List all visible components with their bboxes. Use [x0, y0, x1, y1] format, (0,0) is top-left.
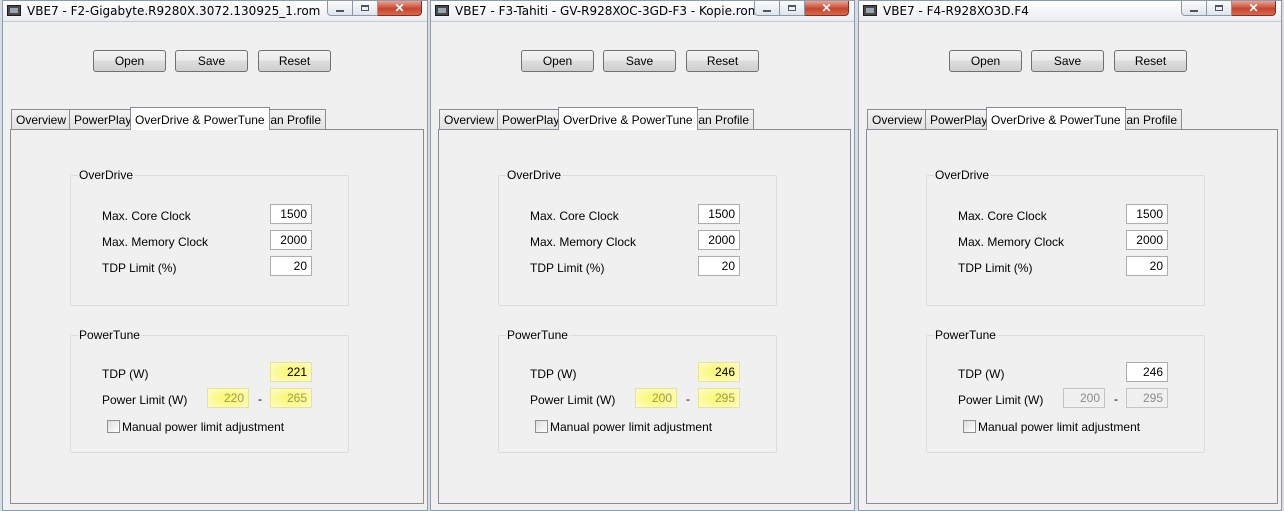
max-core-clock-input[interactable]: 1500	[698, 204, 740, 224]
editor-window: VBE7 - F3-Tahiti - GV-R928XOC-3GD-F3 - K…	[430, 0, 855, 511]
tdp-limit-label: TDP Limit (%)	[102, 261, 177, 275]
power-limit-dash: -	[686, 392, 690, 406]
editor-window: VBE7 - F4-R928XO3D.F4 ✕ Open Save Reset …	[858, 0, 1282, 511]
close-button[interactable]: ✕	[1232, 1, 1276, 16]
minimize-button[interactable]	[1181, 1, 1207, 16]
tab-panel: OverDrive Max. Core Clock 1500 Max. Memo…	[10, 129, 424, 504]
tdp-limit-input[interactable]: 20	[1126, 256, 1168, 276]
minimize-icon	[1190, 9, 1198, 12]
reset-button[interactable]: Reset	[686, 50, 759, 72]
manual-power-limit-checkbox[interactable]	[107, 420, 120, 433]
reset-button[interactable]: Reset	[258, 50, 331, 72]
close-button[interactable]: ✕	[378, 1, 422, 16]
window-title: VBE7 - F2-Gigabyte.R9280X.3072.130925_1.…	[27, 4, 321, 18]
open-button[interactable]: Open	[949, 50, 1022, 72]
maximize-icon	[788, 5, 796, 11]
tab-overdrive-powertune[interactable]: OverDrive & PowerTune	[986, 107, 1126, 130]
power-limit-label: Power Limit (W)	[102, 393, 188, 407]
overdrive-group-label: OverDrive	[506, 168, 563, 182]
powertune-group-label: PowerTune	[506, 328, 569, 342]
tab-overdrive-powertune[interactable]: OverDrive & PowerTune	[130, 107, 270, 130]
maximize-button[interactable]	[1207, 1, 1232, 16]
max-memory-clock-label: Max. Memory Clock	[530, 235, 637, 249]
power-limit-max-input: 265	[270, 388, 312, 408]
power-limit-max-input: 295	[698, 388, 740, 408]
max-memory-clock-label: Max. Memory Clock	[958, 235, 1065, 249]
window-title: VBE7 - F4-R928XO3D.F4	[883, 4, 1029, 18]
power-limit-min-input: 200	[635, 388, 677, 408]
power-limit-dash: -	[1114, 392, 1118, 406]
maximize-button[interactable]	[353, 1, 378, 16]
window-title: VBE7 - F3-Tahiti - GV-R928XOC-3GD-F3 - K…	[455, 4, 760, 18]
power-limit-dash: -	[258, 392, 262, 406]
tab-panel: OverDrive Max. Core Clock 1500 Max. Memo…	[438, 129, 851, 504]
app-icon	[7, 5, 21, 16]
title-bar[interactable]: VBE7 - F4-R928XO3D.F4 ✕	[859, 1, 1281, 22]
max-memory-clock-input[interactable]: 2000	[698, 230, 740, 250]
manual-power-limit-label[interactable]: Manual power limit adjustment	[550, 420, 712, 434]
power-limit-min-input: 200	[1063, 388, 1105, 408]
power-limit-label: Power Limit (W)	[530, 393, 616, 407]
max-core-clock-label: Max. Core Clock	[102, 209, 191, 223]
reset-button[interactable]: Reset	[1114, 50, 1187, 72]
power-limit-label: Power Limit (W)	[958, 393, 1044, 407]
minimize-icon	[763, 9, 771, 12]
maximize-button[interactable]	[780, 1, 805, 16]
max-memory-clock-input[interactable]: 2000	[1126, 230, 1168, 250]
power-limit-min-input: 220	[207, 388, 249, 408]
save-button[interactable]: Save	[175, 50, 248, 72]
editor-window: VBE7 - F2-Gigabyte.R9280X.3072.130925_1.…	[2, 0, 428, 511]
max-core-clock-input[interactable]: 1500	[270, 204, 312, 224]
tab-powerplay[interactable]: PowerPlay	[69, 109, 137, 129]
save-button[interactable]: Save	[1031, 50, 1104, 72]
tdp-watts-label: TDP (W)	[958, 367, 1005, 381]
open-button[interactable]: Open	[521, 50, 594, 72]
tab-panel: OverDrive Max. Core Clock 1500 Max. Memo…	[866, 129, 1278, 504]
max-core-clock-label: Max. Core Clock	[958, 209, 1047, 223]
open-button[interactable]: Open	[93, 50, 166, 72]
tdp-limit-label: TDP Limit (%)	[530, 261, 605, 275]
maximize-icon	[1215, 5, 1223, 11]
max-core-clock-input[interactable]: 1500	[1126, 204, 1168, 224]
tdp-limit-input[interactable]: 20	[270, 256, 312, 276]
close-icon: ✕	[394, 1, 405, 15]
power-limit-max-input: 295	[1126, 388, 1168, 408]
tdp-watts-input[interactable]: 221	[270, 362, 312, 382]
powertune-group-label: PowerTune	[934, 328, 997, 342]
tdp-watts-label: TDP (W)	[102, 367, 149, 381]
tdp-watts-label: TDP (W)	[530, 367, 577, 381]
minimize-button[interactable]	[327, 1, 353, 16]
powertune-group-label: PowerTune	[78, 328, 141, 342]
overdrive-group-label: OverDrive	[934, 168, 991, 182]
minimize-icon	[336, 9, 344, 12]
max-memory-clock-label: Max. Memory Clock	[102, 235, 209, 249]
manual-power-limit-label[interactable]: Manual power limit adjustment	[978, 420, 1140, 434]
maximize-icon	[361, 5, 369, 11]
tab-overview[interactable]: Overview	[11, 109, 72, 129]
minimize-button[interactable]	[754, 1, 780, 16]
tab-overview[interactable]: Overview	[867, 109, 928, 129]
manual-power-limit-label[interactable]: Manual power limit adjustment	[122, 420, 284, 434]
save-button[interactable]: Save	[603, 50, 676, 72]
manual-power-limit-checkbox[interactable]	[963, 420, 976, 433]
manual-power-limit-checkbox[interactable]	[535, 420, 548, 433]
tdp-limit-input[interactable]: 20	[698, 256, 740, 276]
title-bar[interactable]: VBE7 - F3-Tahiti - GV-R928XOC-3GD-F3 - K…	[431, 1, 854, 22]
tdp-limit-label: TDP Limit (%)	[958, 261, 1033, 275]
close-button[interactable]: ✕	[805, 1, 849, 16]
tab-powerplay[interactable]: PowerPlay	[925, 109, 993, 129]
tab-powerplay[interactable]: PowerPlay	[497, 109, 565, 129]
overdrive-group-label: OverDrive	[78, 168, 135, 182]
tdp-watts-input[interactable]: 246	[1126, 362, 1168, 382]
tdp-watts-input[interactable]: 246	[698, 362, 740, 382]
max-core-clock-label: Max. Core Clock	[530, 209, 619, 223]
close-icon: ✕	[821, 1, 832, 15]
app-icon	[863, 5, 877, 16]
app-icon	[435, 5, 449, 16]
max-memory-clock-input[interactable]: 2000	[270, 230, 312, 250]
tab-overview[interactable]: Overview	[439, 109, 500, 129]
title-bar[interactable]: VBE7 - F2-Gigabyte.R9280X.3072.130925_1.…	[3, 1, 427, 22]
tab-overdrive-powertune[interactable]: OverDrive & PowerTune	[558, 107, 698, 130]
close-icon: ✕	[1248, 1, 1259, 15]
